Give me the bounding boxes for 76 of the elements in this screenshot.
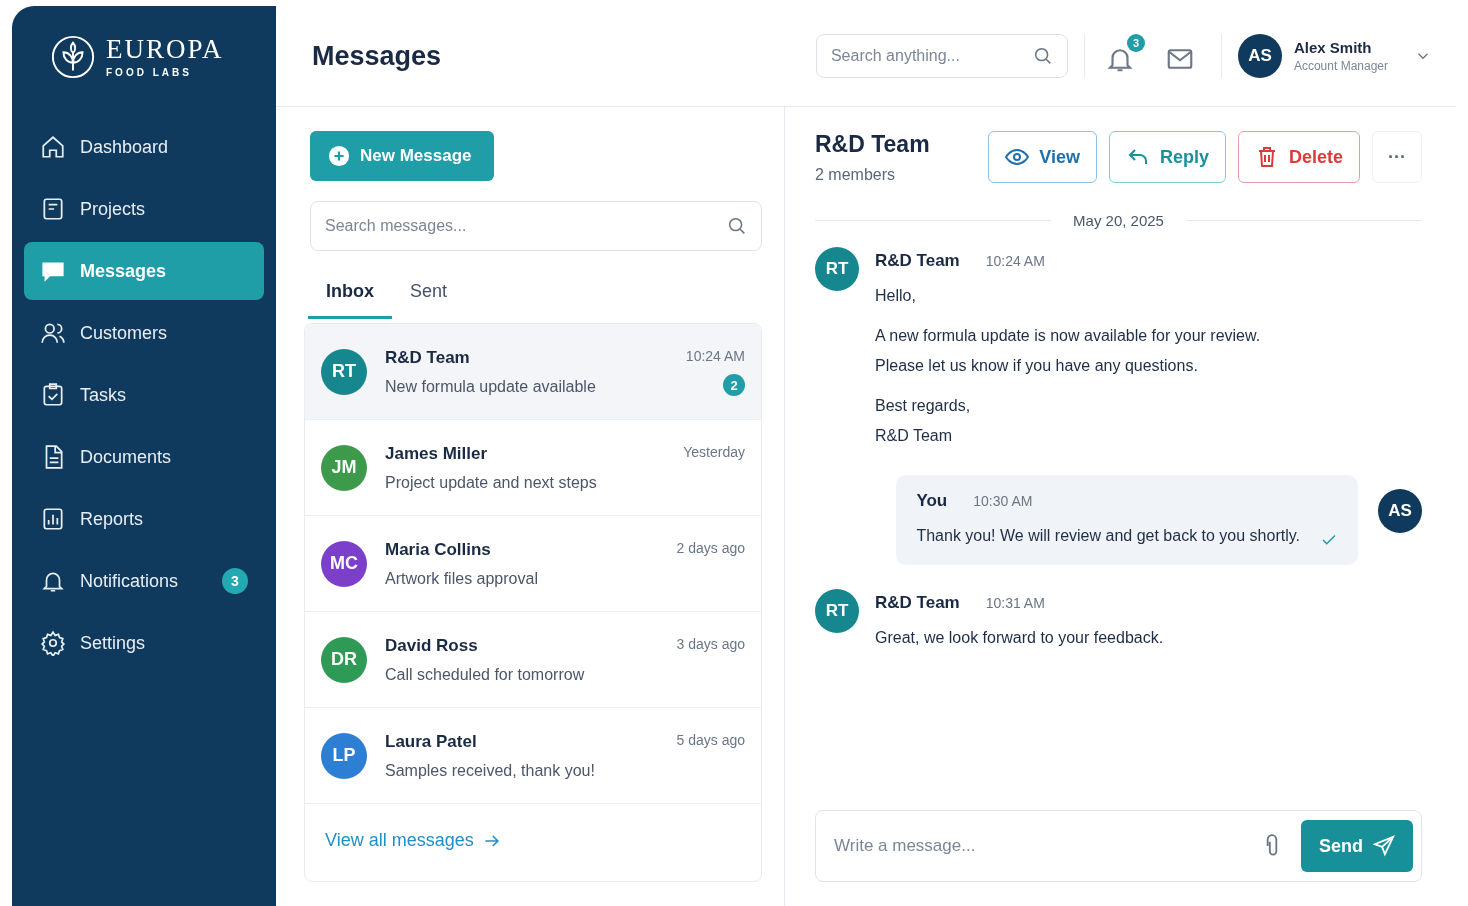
- view-button[interactable]: View: [988, 131, 1097, 183]
- view-all-link[interactable]: View all messages: [305, 804, 522, 877]
- avatar: AS: [1378, 489, 1422, 533]
- more-button[interactable]: ···: [1372, 131, 1422, 183]
- tab[interactable]: Inbox: [308, 269, 392, 319]
- nav-icon: [40, 506, 66, 532]
- conversation-title: R&D Team: [815, 131, 931, 158]
- avatar: RT: [815, 247, 859, 291]
- sidebar-item[interactable]: Dashboard: [24, 118, 264, 176]
- sender-name: Laura Patel: [385, 731, 478, 752]
- message-time: 10:30 AM: [973, 493, 1033, 509]
- user-role: Account Manager: [1293, 59, 1388, 73]
- sidebar-item[interactable]: Reports: [24, 490, 264, 548]
- message-time: 3 days ago: [676, 636, 745, 652]
- count-badge: 3: [222, 568, 248, 594]
- nav-icon: [40, 630, 66, 656]
- page-title: Messages: [312, 40, 443, 72]
- search-field[interactable]: Search messages...: [310, 201, 762, 251]
- message-preview: Project update and next steps: [385, 473, 598, 492]
- nav-icon: [40, 134, 66, 160]
- user-menu[interactable]: AS Alex Smith Account Manager: [1237, 34, 1432, 78]
- message-text: Best regards, R&D Team: [875, 396, 972, 446]
- avatar: RT: [815, 589, 859, 633]
- sender-name: R&D Team: [875, 593, 960, 613]
- plus-circle-icon: [328, 145, 350, 167]
- message-text: Great, we look forward to your feedback.: [875, 628, 1164, 648]
- sidebar-item[interactable]: Documents: [24, 428, 264, 486]
- avatar: DR: [321, 636, 367, 683]
- avatar: RT: [321, 348, 367, 395]
- leaf-logo-icon: [50, 34, 96, 80]
- nav-icon: [40, 382, 66, 408]
- message-text: Hello,: [875, 286, 917, 306]
- message-preview: New formula update available: [385, 377, 597, 396]
- sender-name: James Miller: [385, 443, 489, 464]
- message-preview: Call scheduled for tomorrow: [385, 665, 586, 684]
- message-time: 10:24 AM: [985, 253, 1045, 269]
- avatar: LP: [321, 732, 367, 779]
- brand-name: EUROPA: [106, 36, 224, 63]
- count-badge: 3: [1126, 34, 1145, 52]
- date-divider: May 20, 2025: [815, 212, 1422, 229]
- delete-button[interactable]: Delete: [1237, 131, 1360, 183]
- reply-button[interactable]: Reply: [1108, 131, 1226, 183]
- sidebar-item[interactable]: Projects: [24, 180, 264, 238]
- message-time: 5 days ago: [676, 732, 745, 748]
- avatar: MC: [321, 540, 367, 587]
- conversation-item[interactable]: RT R&D Team New formula update available 10:24 AM 2: [305, 324, 761, 420]
- message-preview: Samples received, thank you!: [385, 761, 596, 780]
- search-icon: [726, 215, 748, 237]
- brand-tagline: FOOD LABS: [106, 67, 193, 78]
- nav-icon: [40, 320, 66, 346]
- sidebar-item[interactable]: Notifications 3: [24, 552, 264, 610]
- sidebar-item[interactable]: Tasks: [24, 366, 264, 424]
- user-name: Alex Smith: [1293, 39, 1373, 56]
- nav-icon: [40, 196, 66, 222]
- message-time: Yesterday: [683, 444, 745, 460]
- sidebar-item[interactable]: Settings: [24, 614, 264, 672]
- avatar: JM: [321, 444, 367, 491]
- message-time: 2 days ago: [676, 540, 745, 556]
- message-time: 10:24 AM: [685, 348, 745, 364]
- unread-badge: 2: [723, 374, 745, 396]
- message-text: Thank you! We will review and get back to you shortly.: [916, 526, 1300, 546]
- message-time: 10:31 AM: [985, 595, 1045, 611]
- paper-plane-icon: [1373, 835, 1395, 857]
- sender-name: R&D Team: [385, 347, 471, 368]
- user-avatar: AS: [1237, 34, 1282, 78]
- tab[interactable]: Sent: [392, 269, 466, 319]
- message-preview: Artwork files approval: [385, 569, 539, 588]
- sender-name: Maria Collins: [385, 539, 492, 560]
- message-text: A new formula update is now available for your review. Please let us know if you have any questions.: [875, 326, 1261, 376]
- sender-name: David Ross: [385, 635, 479, 656]
- send-button[interactable]: Send: [1301, 820, 1413, 872]
- sender-name: You: [916, 491, 948, 511]
- member-count: 2 members: [815, 166, 897, 184]
- search-field[interactable]: Search anything...: [815, 34, 1068, 78]
- sender-name: R&D Team: [875, 251, 960, 271]
- sidebar-item[interactable]: Customers: [24, 304, 264, 362]
